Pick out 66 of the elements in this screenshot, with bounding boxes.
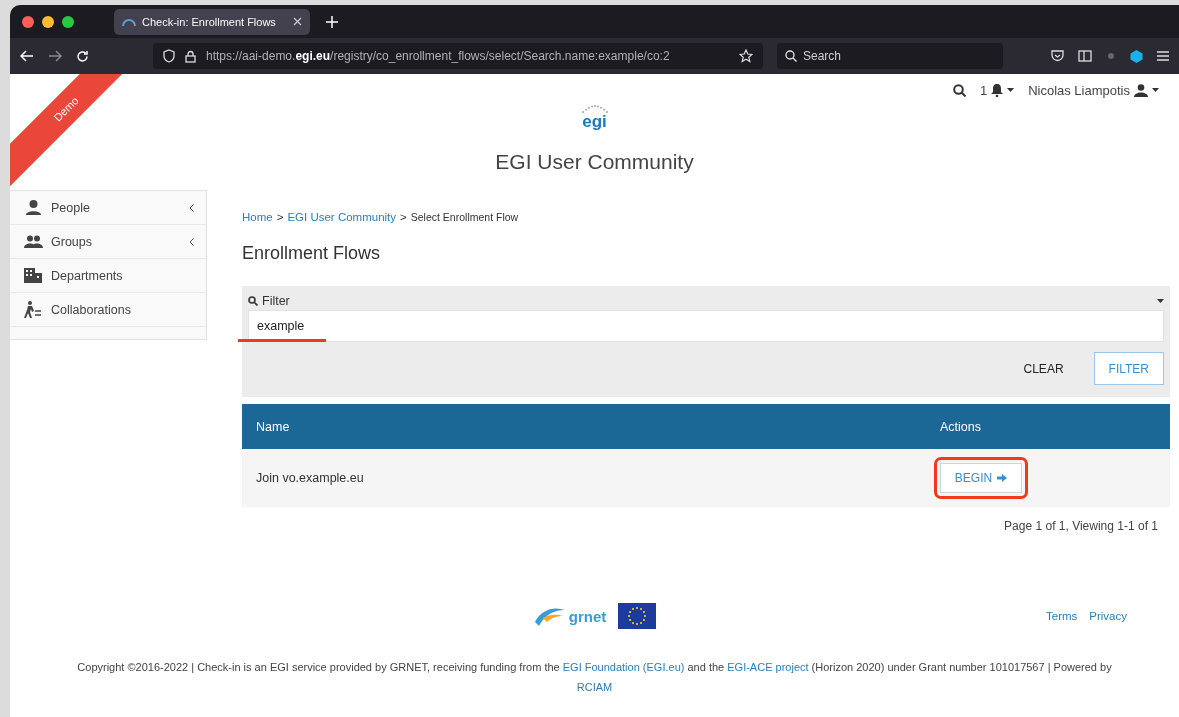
zoom-window-button[interactable] [62,15,74,28]
footer-link[interactable]: EGI Foundation (EGI.eu) [562,661,685,673]
footer-link[interactable]: Terms [1046,610,1078,622]
star-icon [739,49,753,63]
address-bar[interactable]: https://aai-demo.egi.eu/registry/co_enrollment_flows/select/Search.name:example/co:2 [153,43,763,69]
search-icon [785,50,797,62]
forward-arrow-icon [48,50,62,62]
pocket-icon [1051,50,1064,62]
grnet-logo: grnet [532,604,607,628]
arrow-right-icon [997,474,1008,482]
footer-link[interactable]: EGI-ACE project [727,661,809,673]
chevron-left-icon [189,237,194,246]
search-icon [248,296,258,306]
tab-title: Check-in: Enrollment Flows [142,15,277,28]
breadcrumb-separator: > [400,211,407,223]
group-icon [23,235,43,248]
column-header: Name [255,419,291,434]
breadcrumb-link[interactable]: EGI User Community [287,211,397,223]
chevron-left-icon [189,203,194,212]
walking-person-icon [24,301,42,318]
caret-icon [1157,299,1164,303]
site-title: EGI User Community [494,150,695,174]
caret-icon [1152,88,1159,92]
column-header: Actions [940,419,982,434]
minimize-window-button[interactable] [42,15,54,28]
url-text: https://aai-demo.egi.eu/registry/co_enrollment_flows/select/Search.name:example/co:2 [206,49,671,63]
search-icon [952,83,966,97]
person-icon [1134,83,1148,97]
extension-icon [1106,51,1116,61]
sidebar-item[interactable]: Collaborations [10,293,206,327]
back-arrow-icon [20,50,34,62]
notification-count[interactable]: 1 [979,82,988,98]
table-cell-text: Join vo.example.eu [255,471,365,485]
close-icon [293,17,302,26]
egi-favicon-icon [122,16,136,27]
lock-icon [185,49,196,63]
search-field[interactable]: Search [777,43,1003,69]
reload-icon [76,49,89,63]
building-icon [24,268,42,283]
eu-flag-icon [618,603,657,629]
page-heading: Enrollment Flows [242,243,382,264]
footer-link[interactable]: RCIAM [576,681,613,693]
clear-button[interactable]: CLEAR [1009,352,1078,385]
breadcrumb-link[interactable]: Home [242,211,273,223]
breadcrumb-current: Select Enrollment Flow [410,211,519,223]
user-name[interactable]: Nicolas Liampotis [1028,82,1130,98]
plus-icon [326,15,338,28]
egi-logo: egi [579,104,610,130]
pagination-info: Page 1 of 1, Viewing 1-1 of 1 [1003,519,1159,533]
menu-icon [1157,51,1169,61]
person-icon [24,200,42,215]
footer-link[interactable]: Privacy [1089,610,1127,622]
browser-tab[interactable]: Check-in: Enrollment Flows [114,8,310,35]
cube-icon [1130,49,1143,63]
close-window-button[interactable] [22,15,34,28]
sidebar-icon [1078,50,1092,62]
filter-label: Filter [262,294,291,308]
caret-icon [1007,88,1015,92]
breadcrumb-separator: > [276,211,284,223]
filter-input-field[interactable]: example [248,310,1164,342]
shield-icon [163,49,175,63]
sidebar-item[interactable]: People [10,191,206,225]
bell-icon [989,83,1006,97]
sidebar-item[interactable]: Departments [10,259,206,293]
copyright-text: Copyright ©2016-2022 | Check-in is an EGI service provided by GRNET, receiving funding from the EGI Foundation (EGI.eu) and the EGI-ACE project (Horizon 2020) under Grant number 101017567 | Powered by RCIAM [76,660,1113,695]
sidebar-item[interactable]: Groups [10,225,206,259]
